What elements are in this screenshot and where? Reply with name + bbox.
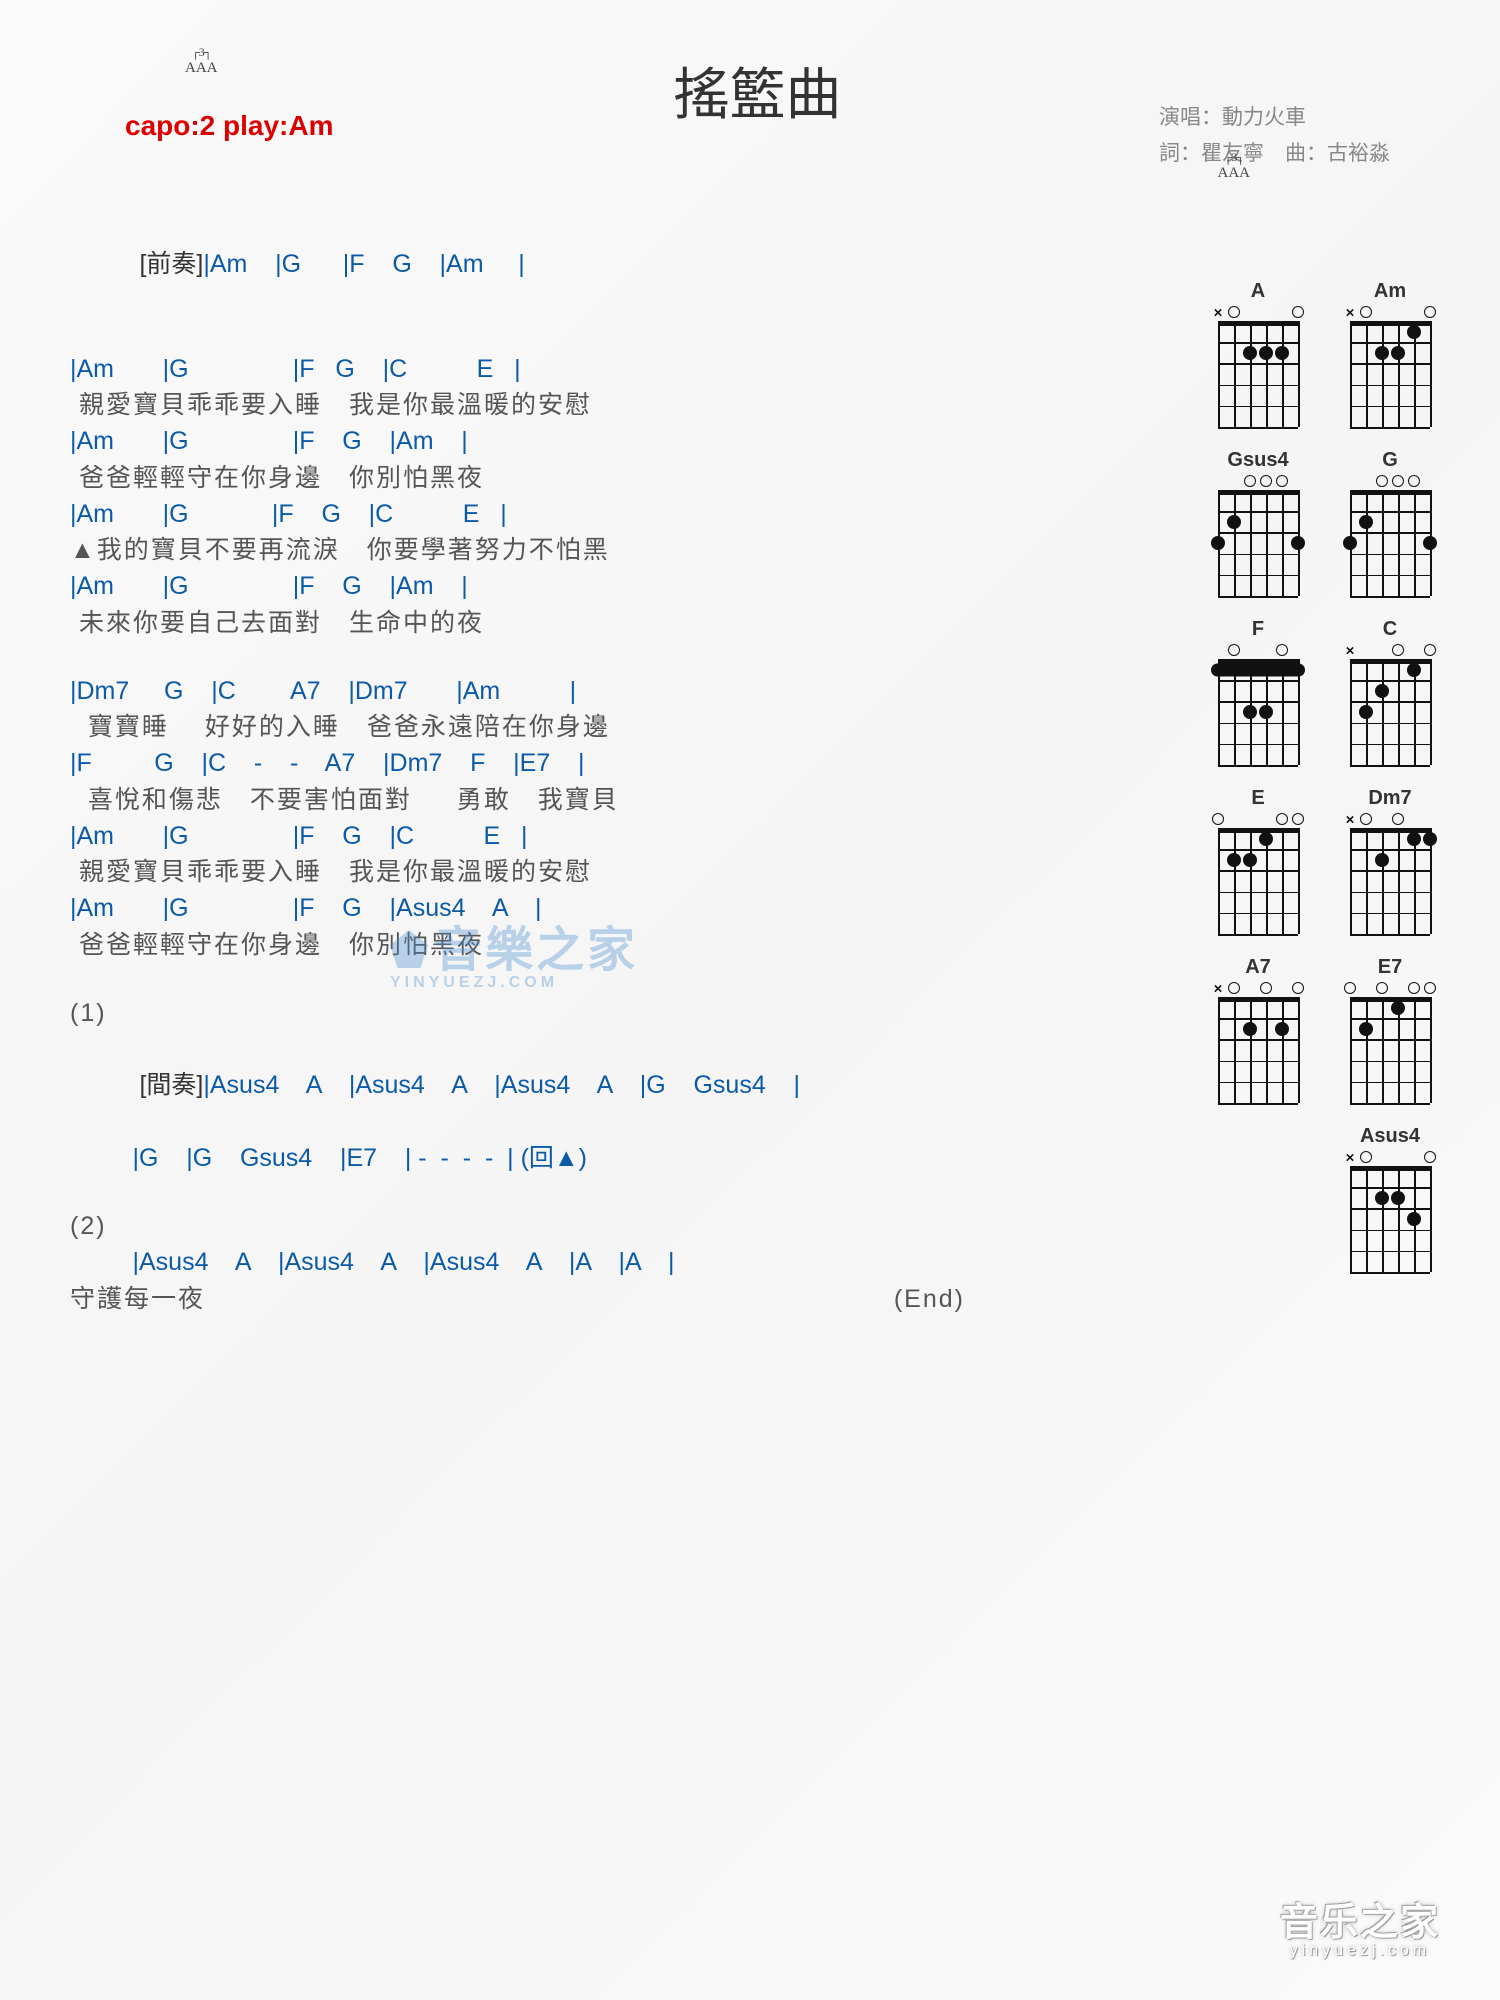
end-marker: (End) xyxy=(894,1281,1165,1317)
chord-name: E xyxy=(1203,787,1313,810)
chord-diagram-g: G xyxy=(1335,449,1445,596)
strum-pattern-top-right: ┌3┐ AAA xyxy=(1218,150,1251,182)
chord-name: C xyxy=(1335,618,1445,641)
chord-diagram-am: Am × xyxy=(1335,280,1445,427)
lyric-line: 親愛寶貝乖乖要入睡 我是你最溫暖的安慰 xyxy=(70,854,1165,890)
chord-line: |F G |C - - A7 |Dm7 F |E7 | xyxy=(70,745,1165,781)
section-1-marker: (1) xyxy=(70,995,1165,1031)
fretboard xyxy=(1208,645,1308,765)
chord-line: |Am |G |F G |Am | xyxy=(70,568,1165,604)
chord-diagram-gsus4: Gsus4 xyxy=(1203,449,1313,596)
capo-note: capo:2 play:Am xyxy=(125,110,334,142)
chord-line: |Am |G |F G |C E | xyxy=(70,351,1165,387)
lyrics-column: [前奏] |Am |G |F G |Am | |Am |G |F G |C E |… xyxy=(70,210,1165,1349)
lyric-line: 親愛寶貝乖乖要入睡 我是你最溫暖的安慰 xyxy=(70,387,1165,423)
watermark-bottom: 音乐之家 yinyuezj.com xyxy=(1280,1891,1440,1960)
lyric-line: 未來你要自己去面對 生命中的夜 xyxy=(70,605,1165,641)
chord-name: A xyxy=(1203,280,1313,303)
chord-diagram-a7: A7 × xyxy=(1203,956,1313,1103)
chord-line: |Dm7 G |C A7 |Dm7 |Am | xyxy=(70,673,1165,709)
chord-name: A7 xyxy=(1203,956,1313,979)
lyric-line: 爸爸輕輕守在你身邊 你別怕黑夜 xyxy=(70,927,1165,963)
fretboard xyxy=(1340,983,1440,1103)
lyric-line: 爸爸輕輕守在你身邊 你別怕黑夜 xyxy=(70,460,1165,496)
chord-diagrams-column: A×Am×Gsus4GFC×EDm7×A7×E7Asus4× xyxy=(1190,210,1445,1349)
chord-name: F xyxy=(1203,618,1313,641)
fretboard: × xyxy=(1340,645,1440,765)
chord-diagram-e7: E7 xyxy=(1335,956,1445,1103)
section-2-marker: (2) xyxy=(70,1208,1165,1244)
chord-name: G xyxy=(1335,449,1445,472)
lyric-line: ▲我的寶貝不要再流淚 你要學著努力不怕黑 xyxy=(70,532,1165,568)
credits: 演唱：動力火車 詞：瞿友寧 曲：古裕淼 xyxy=(1159,100,1390,171)
chord-name: Asus4 xyxy=(1335,1125,1445,1148)
chord-line: |Asus4 A |Asus4 A |Asus4 A |A |A | xyxy=(70,1244,1165,1280)
fretboard: × xyxy=(1208,307,1308,427)
interlude-label: [間奏] xyxy=(139,1071,203,1099)
intro-label: [前奏] xyxy=(139,250,203,278)
fretboard xyxy=(1208,814,1308,934)
chord-diagram-asus4: Asus4 × xyxy=(1335,1125,1445,1272)
chord-diagram-a: A× xyxy=(1203,280,1313,427)
chord-name: Dm7 xyxy=(1335,787,1445,810)
chord-line: |Am |G |F G |C E | xyxy=(70,496,1165,532)
fretboard xyxy=(1208,476,1308,596)
chord-line: |G |G Gsus4 |E7 | - - - - | (回▲) xyxy=(70,1140,1165,1176)
lyric-line: 喜悅和傷悲 不要害怕面對 勇敢 我寶貝 xyxy=(70,782,1165,818)
fretboard: × xyxy=(1340,814,1440,934)
chord-line: |Am |G |F G |Asus4 A | xyxy=(70,890,1165,926)
fretboard: × xyxy=(1340,307,1440,427)
chord-line: |Am |G |F G |Am | xyxy=(70,423,1165,459)
credit-composer: 詞：瞿友寧 曲：古裕淼 xyxy=(1159,136,1390,172)
chord-name: E7 xyxy=(1335,956,1445,979)
fretboard: × xyxy=(1208,983,1308,1103)
chord-diagram-f: F xyxy=(1203,618,1313,765)
fretboard: × xyxy=(1340,1152,1440,1272)
strum-pattern-top-left: ┌3┐ AAA xyxy=(185,45,218,77)
song-title: 搖籃曲 xyxy=(674,50,842,131)
header: ┌3┐ AAA 搖籃曲 capo:2 play:Am 演唱：動力火車 詞：瞿友寧… xyxy=(70,45,1445,175)
fretboard xyxy=(1340,476,1440,596)
chord-name: Gsus4 xyxy=(1203,449,1313,472)
credit-performer: 演唱：動力火車 xyxy=(1159,100,1390,136)
chord-diagram-e: E xyxy=(1203,787,1313,934)
lyric-line: 守護每一夜 xyxy=(70,1281,205,1317)
chord-diagram-dm7: Dm7 × xyxy=(1335,787,1445,934)
chord-line: |Am |G |F G |C E | xyxy=(70,818,1165,854)
chord-name: Am xyxy=(1335,280,1445,303)
lyric-line: 寶寶睡 好好的入睡 爸爸永遠陪在你身邊 xyxy=(70,709,1165,745)
chord-diagram-c: C× xyxy=(1335,618,1445,765)
